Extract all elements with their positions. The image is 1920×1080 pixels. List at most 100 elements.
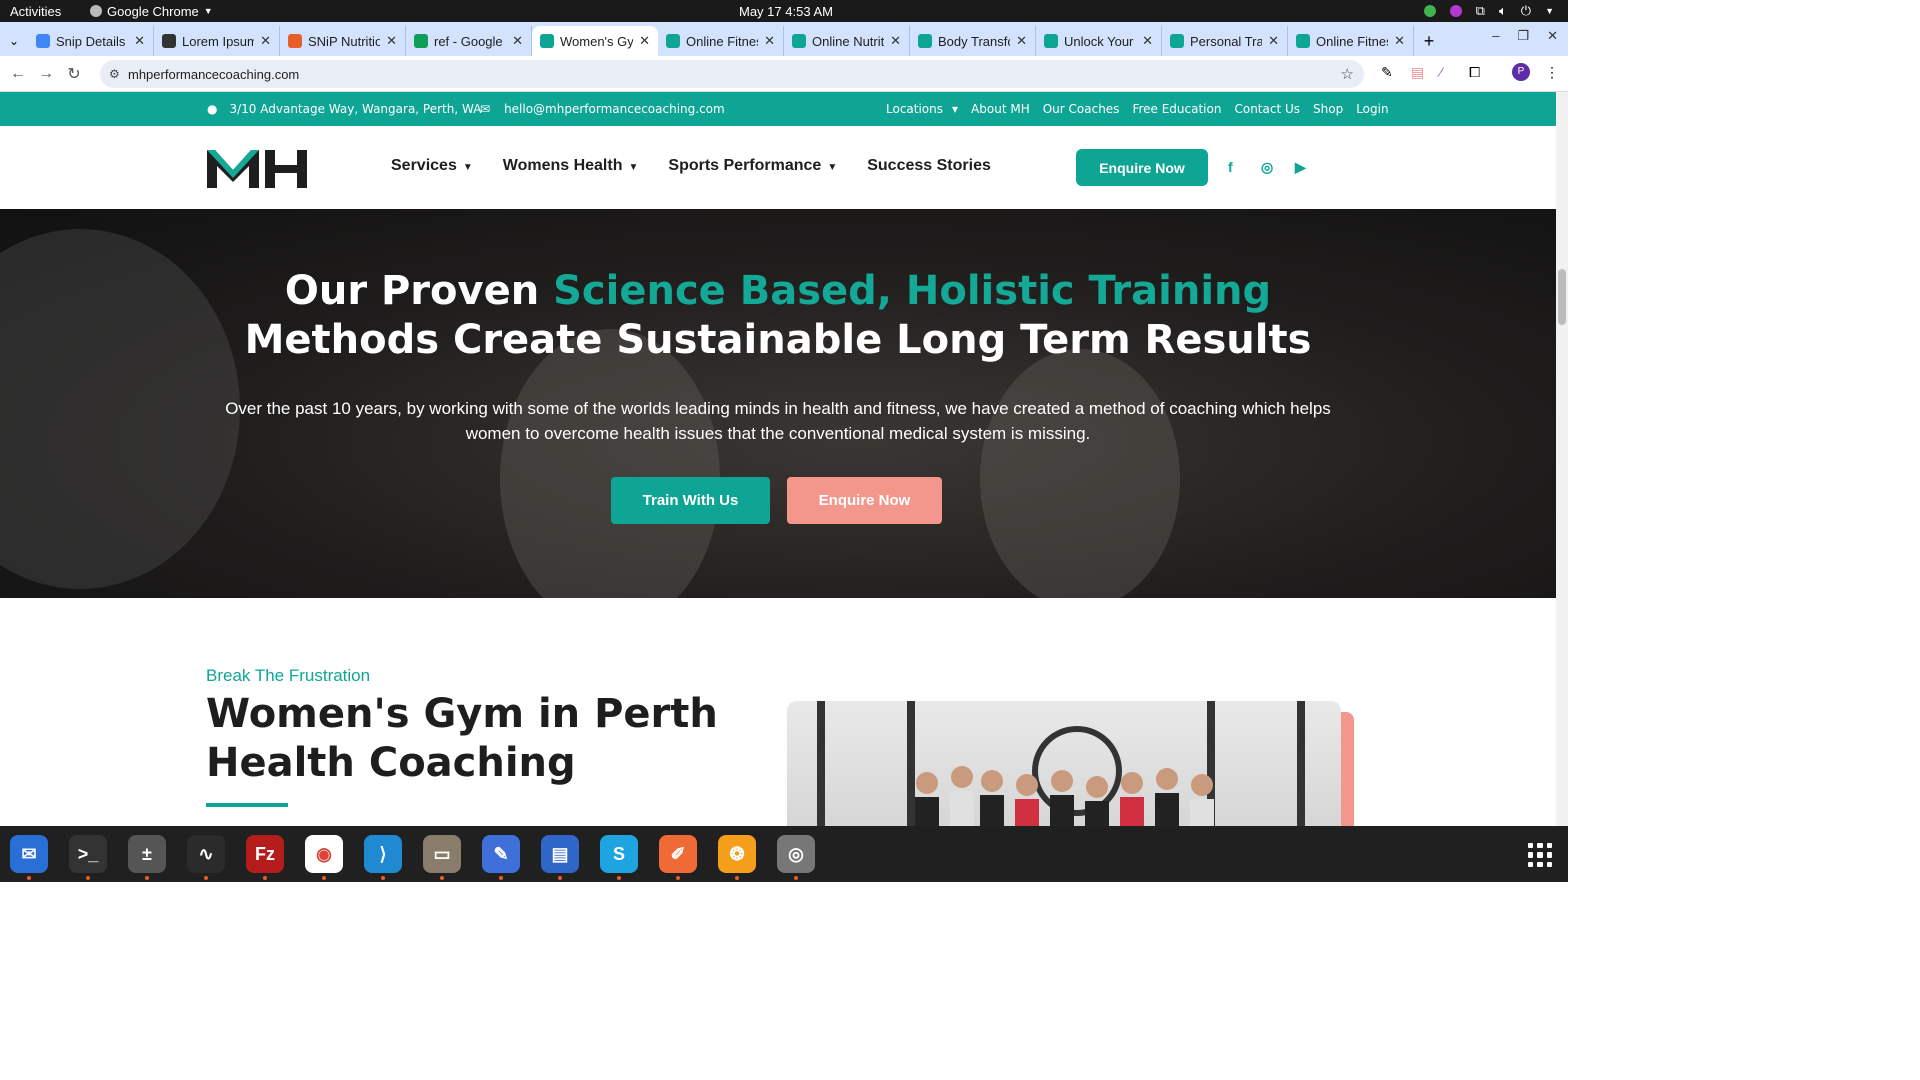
volume-icon[interactable]: 🔈︎ — [1499, 3, 1507, 19]
caret-down-icon[interactable]: ▾ — [952, 102, 958, 116]
menu-item[interactable]: Sports Performance ▼ — [668, 157, 837, 175]
thunderbird-icon[interactable]: ✉ — [10, 835, 48, 873]
app-menu[interactable]: Google Chrome ▼ — [90, 4, 213, 19]
tab-title: Women's Gym — [560, 33, 634, 49]
address-bar[interactable]: ⚙ mhperformancecoaching.com ☆ — [100, 60, 1364, 88]
profile-avatar[interactable]: P — [1512, 63, 1530, 81]
close-tab-icon[interactable]: ✕ — [134, 33, 145, 49]
scrollbar-thumb[interactable] — [1558, 269, 1566, 325]
chrome-icon[interactable]: ◉ — [305, 835, 343, 873]
calendar-extension-icon[interactable]: ▤ — [1411, 64, 1424, 81]
browser-tab[interactable]: SNiP Nutrition ✕ — [280, 26, 406, 56]
restore-icon[interactable]: ❐ — [1517, 28, 1529, 44]
bookmark-star-icon[interactable]: ☆ — [1341, 65, 1354, 83]
close-window-icon[interactable]: ✕ — [1547, 28, 1558, 44]
filezilla-icon[interactable]: Fz — [246, 835, 284, 873]
mh-logo[interactable] — [207, 146, 309, 188]
enquire-now-header-button[interactable]: Enquire Now — [1076, 149, 1208, 186]
top-link[interactable]: Locations — [886, 102, 943, 116]
browser-tab[interactable]: Online Fitness ✕ — [658, 26, 784, 56]
terminal-icon[interactable]: >_ — [69, 835, 107, 873]
close-tab-icon[interactable]: ✕ — [1142, 33, 1153, 49]
system-tray[interactable]: ⧉ 🔈︎ ⏻ ▼ — [1423, 3, 1554, 19]
browser-tab[interactable]: Unlock Your ✕ — [1036, 26, 1162, 56]
browser-tab[interactable]: ref - Google ✕ — [406, 26, 532, 56]
running-indicator — [86, 876, 90, 880]
top-link[interactable]: Shop — [1313, 102, 1343, 116]
running-indicator — [145, 876, 149, 880]
system-monitor-icon[interactable]: ∿ — [187, 835, 225, 873]
url-text[interactable]: mhperformancecoaching.com — [128, 67, 299, 82]
browser-tab[interactable]: Personal Training ✕ — [1162, 26, 1288, 56]
calculator-icon[interactable]: ± — [128, 835, 166, 873]
extensions-puzzle-icon[interactable]: ⧠ — [1469, 64, 1480, 81]
chrome-small-icon — [90, 5, 102, 17]
files-icon[interactable]: ▭ — [423, 835, 461, 873]
reload-icon[interactable]: ↻ — [60, 64, 88, 84]
disk-icon[interactable]: ◎ — [777, 835, 815, 873]
browser-tab[interactable]: Online Nutrition ✕ — [784, 26, 910, 56]
new-tab-button[interactable]: + — [1414, 26, 1444, 56]
email-block[interactable]: ✉ hello@mhperformancecoaching.com — [480, 102, 725, 116]
train-with-us-button[interactable]: Train With Us — [611, 477, 770, 524]
docs-icon — [36, 34, 50, 48]
section-heading: Women's Gym in Perth Health Coaching — [206, 690, 718, 788]
site-info-icon[interactable]: ⚙ — [109, 67, 120, 81]
location-pin-icon: ● — [207, 102, 218, 116]
instagram-icon[interactable]: ◎ — [1261, 159, 1273, 176]
minimize-icon[interactable]: – — [1492, 28, 1499, 44]
close-tab-icon[interactable]: ✕ — [512, 33, 523, 49]
close-tab-icon[interactable]: ✕ — [386, 33, 397, 49]
skype-icon[interactable]: S — [600, 835, 638, 873]
color-picker-icon[interactable] — [1449, 5, 1462, 17]
vscode-icon[interactable]: ⟩ — [364, 835, 402, 873]
top-link[interactable]: Our Coaches — [1043, 102, 1120, 116]
tab-search-button[interactable]: ⌄ — [0, 26, 28, 56]
close-tab-icon[interactable]: ✕ — [764, 33, 775, 49]
close-tab-icon[interactable]: ✕ — [890, 33, 901, 49]
menu-item[interactable]: Services ▼ — [391, 157, 473, 175]
browser-tab[interactable]: Women's Gym ✕ — [532, 26, 658, 56]
network-icon[interactable]: ⧉ — [1476, 3, 1485, 19]
page-scrollbar[interactable] — [1556, 92, 1568, 826]
activities-button[interactable]: Activities — [10, 4, 61, 19]
text-editor-icon[interactable]: ✎ — [482, 835, 520, 873]
back-icon[interactable]: ← — [4, 65, 32, 83]
update-icon[interactable] — [1423, 5, 1436, 17]
menu-item[interactable]: Womens Health ▼ — [503, 157, 639, 175]
chevron-down-icon[interactable]: ▼ — [1545, 6, 1554, 16]
browser-tab[interactable]: Snip Details ✕ — [28, 26, 154, 56]
running-indicator — [735, 876, 739, 880]
postman-icon[interactable]: ✐ — [659, 835, 697, 873]
top-link[interactable]: Contact Us — [1234, 102, 1300, 116]
firefox-dev-icon[interactable]: ❂ — [718, 835, 756, 873]
pen-extension-icon[interactable]: ✎ — [1381, 64, 1393, 81]
close-tab-icon[interactable]: ✕ — [639, 33, 650, 49]
browser-tab[interactable]: Online Fitness ✕ — [1288, 26, 1414, 56]
browser-tab[interactable]: Lorem Ipsum ✕ — [154, 26, 280, 56]
top-link[interactable]: About MH — [971, 102, 1030, 116]
site-email[interactable]: hello@mhperformancecoaching.com — [504, 102, 725, 116]
close-tab-icon[interactable]: ✕ — [1268, 33, 1279, 49]
forward-icon[interactable]: → — [32, 65, 60, 83]
top-link[interactable]: Free Education — [1132, 102, 1221, 116]
libreoffice-writer-icon[interactable]: ▤ — [541, 835, 579, 873]
caret-down-icon: ▼ — [462, 162, 473, 173]
browser-tab[interactable]: Body Transformation ✕ — [910, 26, 1036, 56]
menu-item[interactable]: Success Stories — [867, 157, 991, 175]
youtube-icon[interactable]: ▶ — [1295, 159, 1306, 176]
enquire-now-hero-button[interactable]: Enquire Now — [787, 477, 942, 524]
section-eyebrow: Break The Frustration — [206, 666, 371, 685]
power-icon[interactable]: ⏻ — [1521, 3, 1531, 19]
close-tab-icon[interactable]: ✕ — [1394, 33, 1405, 49]
hero-bg-shape — [500, 329, 720, 598]
menu-kebab-icon[interactable]: ⋮ — [1545, 64, 1559, 81]
clock[interactable]: May 17 4:53 AM — [739, 4, 833, 19]
close-tab-icon[interactable]: ✕ — [1016, 33, 1027, 49]
menu-item-label: Womens Health — [502, 157, 623, 174]
facebook-icon[interactable]: f — [1228, 159, 1233, 175]
close-tab-icon[interactable]: ✕ — [260, 33, 271, 49]
show-apps-grid-icon[interactable] — [1528, 843, 1552, 867]
color-extension-icon[interactable]: ⁄ — [1440, 64, 1442, 80]
top-link[interactable]: Login — [1356, 102, 1388, 116]
